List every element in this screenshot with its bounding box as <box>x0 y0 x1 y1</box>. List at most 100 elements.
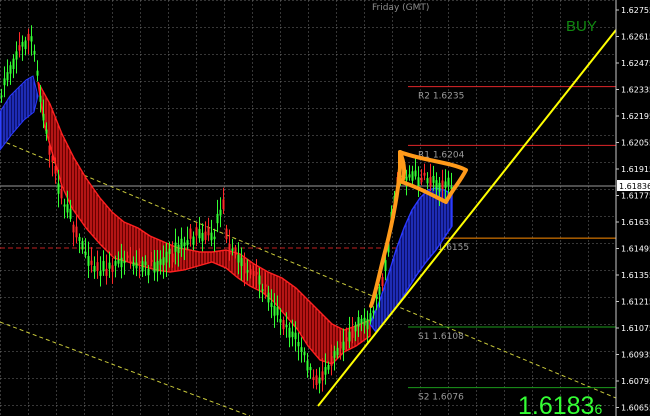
candle-body <box>45 129 48 134</box>
candle-body <box>42 113 45 121</box>
candle-body <box>171 253 174 263</box>
candle-body <box>108 262 111 269</box>
candle-body <box>318 377 321 384</box>
axis-label: 1.62755 <box>621 6 650 15</box>
candle-body <box>225 228 228 240</box>
axis-label: 1.60655 <box>621 404 650 413</box>
candle-body <box>150 259 153 262</box>
candle-body <box>300 347 303 353</box>
candle-body <box>75 226 78 238</box>
candle-body <box>207 227 210 236</box>
price-chart[interactable]: Friday (GMT) BUY R2 1.6235R1 1.6204FPV 1… <box>0 0 650 416</box>
candle-body <box>237 254 240 263</box>
level-label-r2: R2 1.6235 <box>418 92 464 102</box>
candle-body <box>339 341 342 349</box>
candle-body <box>90 260 93 265</box>
candle-body <box>93 266 96 272</box>
axis-label: 1.60795 <box>621 377 650 386</box>
candle-body <box>21 41 24 47</box>
candle-body <box>51 155 54 162</box>
level-label-s1: S1 1.6108 <box>418 332 464 342</box>
candle-body <box>189 228 192 239</box>
candle-body <box>30 36 33 42</box>
candle-body <box>159 259 162 265</box>
candle-body <box>222 199 225 210</box>
candle-body <box>9 65 12 74</box>
candle-body <box>294 332 297 340</box>
candle-body <box>162 257 165 266</box>
candle-body <box>120 257 123 268</box>
candle-body <box>141 261 144 272</box>
candle-body <box>174 242 177 252</box>
candle-body <box>408 174 411 178</box>
candle-body <box>321 371 324 381</box>
candle-body <box>444 181 447 188</box>
candle-body <box>270 302 273 307</box>
axis-label: 1.60935 <box>621 351 650 360</box>
candle-body <box>441 180 444 189</box>
candle-body <box>201 232 204 242</box>
candle-body <box>354 325 357 332</box>
axis-label: 1.62055 <box>621 139 650 148</box>
candle-body <box>423 172 426 176</box>
candle-body <box>363 317 366 326</box>
candle-body <box>309 366 312 371</box>
candle-body <box>411 171 414 181</box>
candle-body <box>303 351 306 356</box>
candle-body <box>315 375 318 386</box>
candle-body <box>234 248 237 255</box>
candle-body <box>198 228 201 239</box>
candle-body <box>297 341 300 347</box>
candle-body <box>384 260 387 271</box>
candle-body <box>72 224 75 233</box>
candle-body <box>114 261 117 266</box>
candle-body <box>438 182 441 192</box>
candle-body <box>210 232 213 241</box>
axis-label: 1.62475 <box>621 59 650 68</box>
candle-body <box>213 236 216 240</box>
candle-body <box>219 209 222 216</box>
candle-body <box>24 40 27 50</box>
candle-body <box>63 204 66 207</box>
candle-body <box>312 377 315 381</box>
candle-body <box>357 317 360 327</box>
candle-body <box>231 248 234 251</box>
axis-label: 1.61635 <box>621 218 650 227</box>
candle-body <box>366 319 369 330</box>
candle-body <box>255 272 258 275</box>
candle-body <box>0 95 3 98</box>
candle-body <box>135 262 138 269</box>
candle-body <box>291 331 294 338</box>
candle-body <box>381 277 384 286</box>
candle-body <box>168 248 171 254</box>
axis-label: 1.61915 <box>621 165 650 174</box>
candle-body <box>405 176 408 181</box>
candle-body <box>78 237 81 241</box>
candle-body <box>153 262 156 273</box>
candle-body <box>180 238 183 249</box>
candle-body <box>336 347 339 356</box>
candle-body <box>261 289 264 292</box>
candle-body <box>429 177 432 186</box>
candle-body <box>3 78 6 86</box>
axis-label: 1.61495 <box>621 245 650 254</box>
candle-body <box>417 177 420 186</box>
big-price: 1.61836 <box>518 392 602 416</box>
axis-label: 1.61075 <box>621 324 650 333</box>
buy-signal: BUY <box>566 18 597 35</box>
candle-body <box>447 177 450 186</box>
candle-body <box>369 313 372 321</box>
candle-body <box>378 286 381 295</box>
candle-body <box>360 318 363 324</box>
axis-label: 1.61775 <box>621 192 650 201</box>
candle-body <box>243 262 246 274</box>
candle-body <box>348 331 351 342</box>
candle-body <box>282 320 285 330</box>
candle-body <box>57 183 60 194</box>
current-price-value: 1.61836 <box>619 182 650 191</box>
candle-body <box>351 327 354 338</box>
candle-body <box>276 307 279 316</box>
candle-body <box>12 58 15 69</box>
candle-body <box>39 95 42 102</box>
candle-body <box>156 260 159 272</box>
